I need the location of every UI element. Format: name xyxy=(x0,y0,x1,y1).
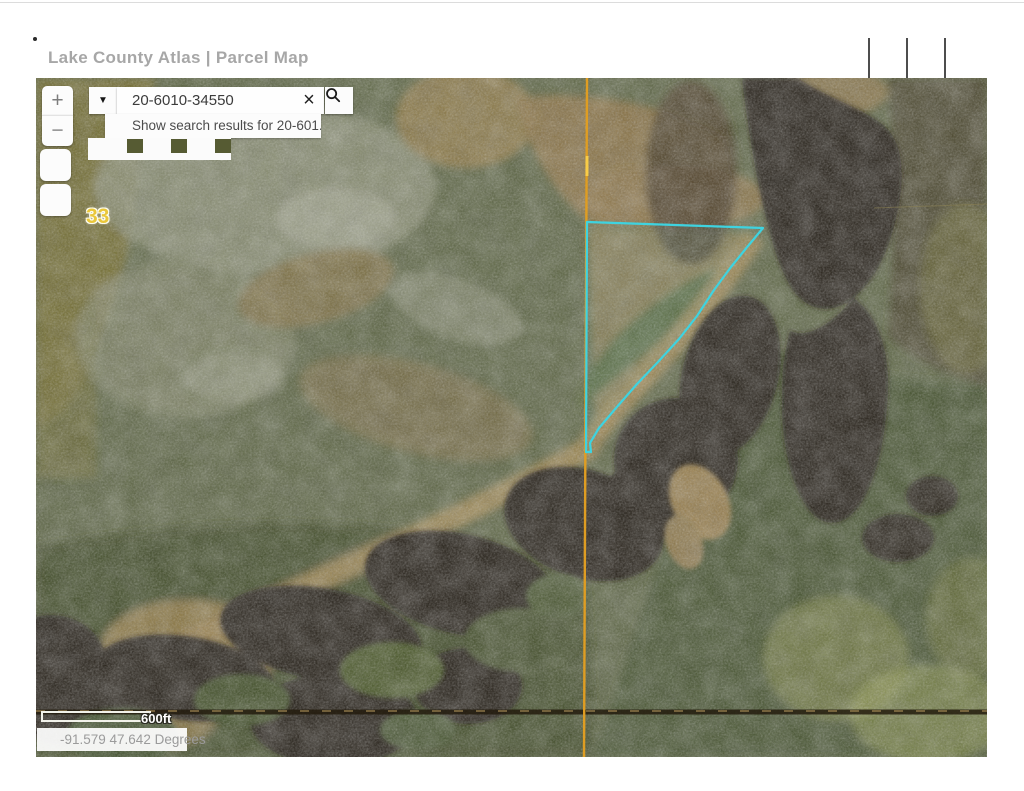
chevron-down-icon: ▼ xyxy=(98,95,108,106)
washed-out-tool-button-1[interactable] xyxy=(40,149,71,181)
ruler-tick-mark xyxy=(906,38,908,78)
scan-washout-gap xyxy=(215,139,231,153)
coordinates-readout: -91.579 47.642 Degrees xyxy=(37,728,187,751)
ruler-tick-mark xyxy=(868,38,870,78)
scan-artifact-dot xyxy=(33,37,37,41)
scale-bar xyxy=(41,711,151,722)
washed-out-tool-button-2[interactable] xyxy=(40,184,71,216)
plus-icon: + xyxy=(51,89,63,113)
search-suggestion-item[interactable]: Show search results for 20-601... xyxy=(105,114,321,138)
search-source-dropdown-button[interactable]: ▼ xyxy=(89,87,117,114)
aerial-imagery xyxy=(36,78,987,757)
scan-artifact-line xyxy=(0,2,1024,3)
zoom-in-button[interactable]: + xyxy=(42,86,73,115)
scan-washout-gap xyxy=(171,139,187,153)
scan-washout-gap xyxy=(127,139,143,153)
clear-search-button[interactable]: × xyxy=(294,87,324,114)
page-title: Lake County Atlas | Parcel Map xyxy=(48,48,309,68)
zoom-out-button[interactable]: − xyxy=(42,115,73,146)
scanned-parcel-map-page: Lake County Atlas | Parcel Map xyxy=(0,0,1024,791)
search-icon xyxy=(325,87,341,103)
minus-icon: − xyxy=(51,119,63,143)
search-input[interactable] xyxy=(117,87,324,114)
section-number-label: 33 xyxy=(86,205,109,229)
ruler-tick-mark xyxy=(944,38,946,78)
scale-bar-label: 600ft xyxy=(141,711,171,726)
search-button[interactable] xyxy=(325,87,353,114)
imagery-speckle-texture xyxy=(36,78,987,757)
map-canvas[interactable]: + − ▼ × Show search results for 20-601..… xyxy=(36,78,987,757)
scan-washout-block xyxy=(88,138,231,160)
close-icon: × xyxy=(303,89,315,112)
